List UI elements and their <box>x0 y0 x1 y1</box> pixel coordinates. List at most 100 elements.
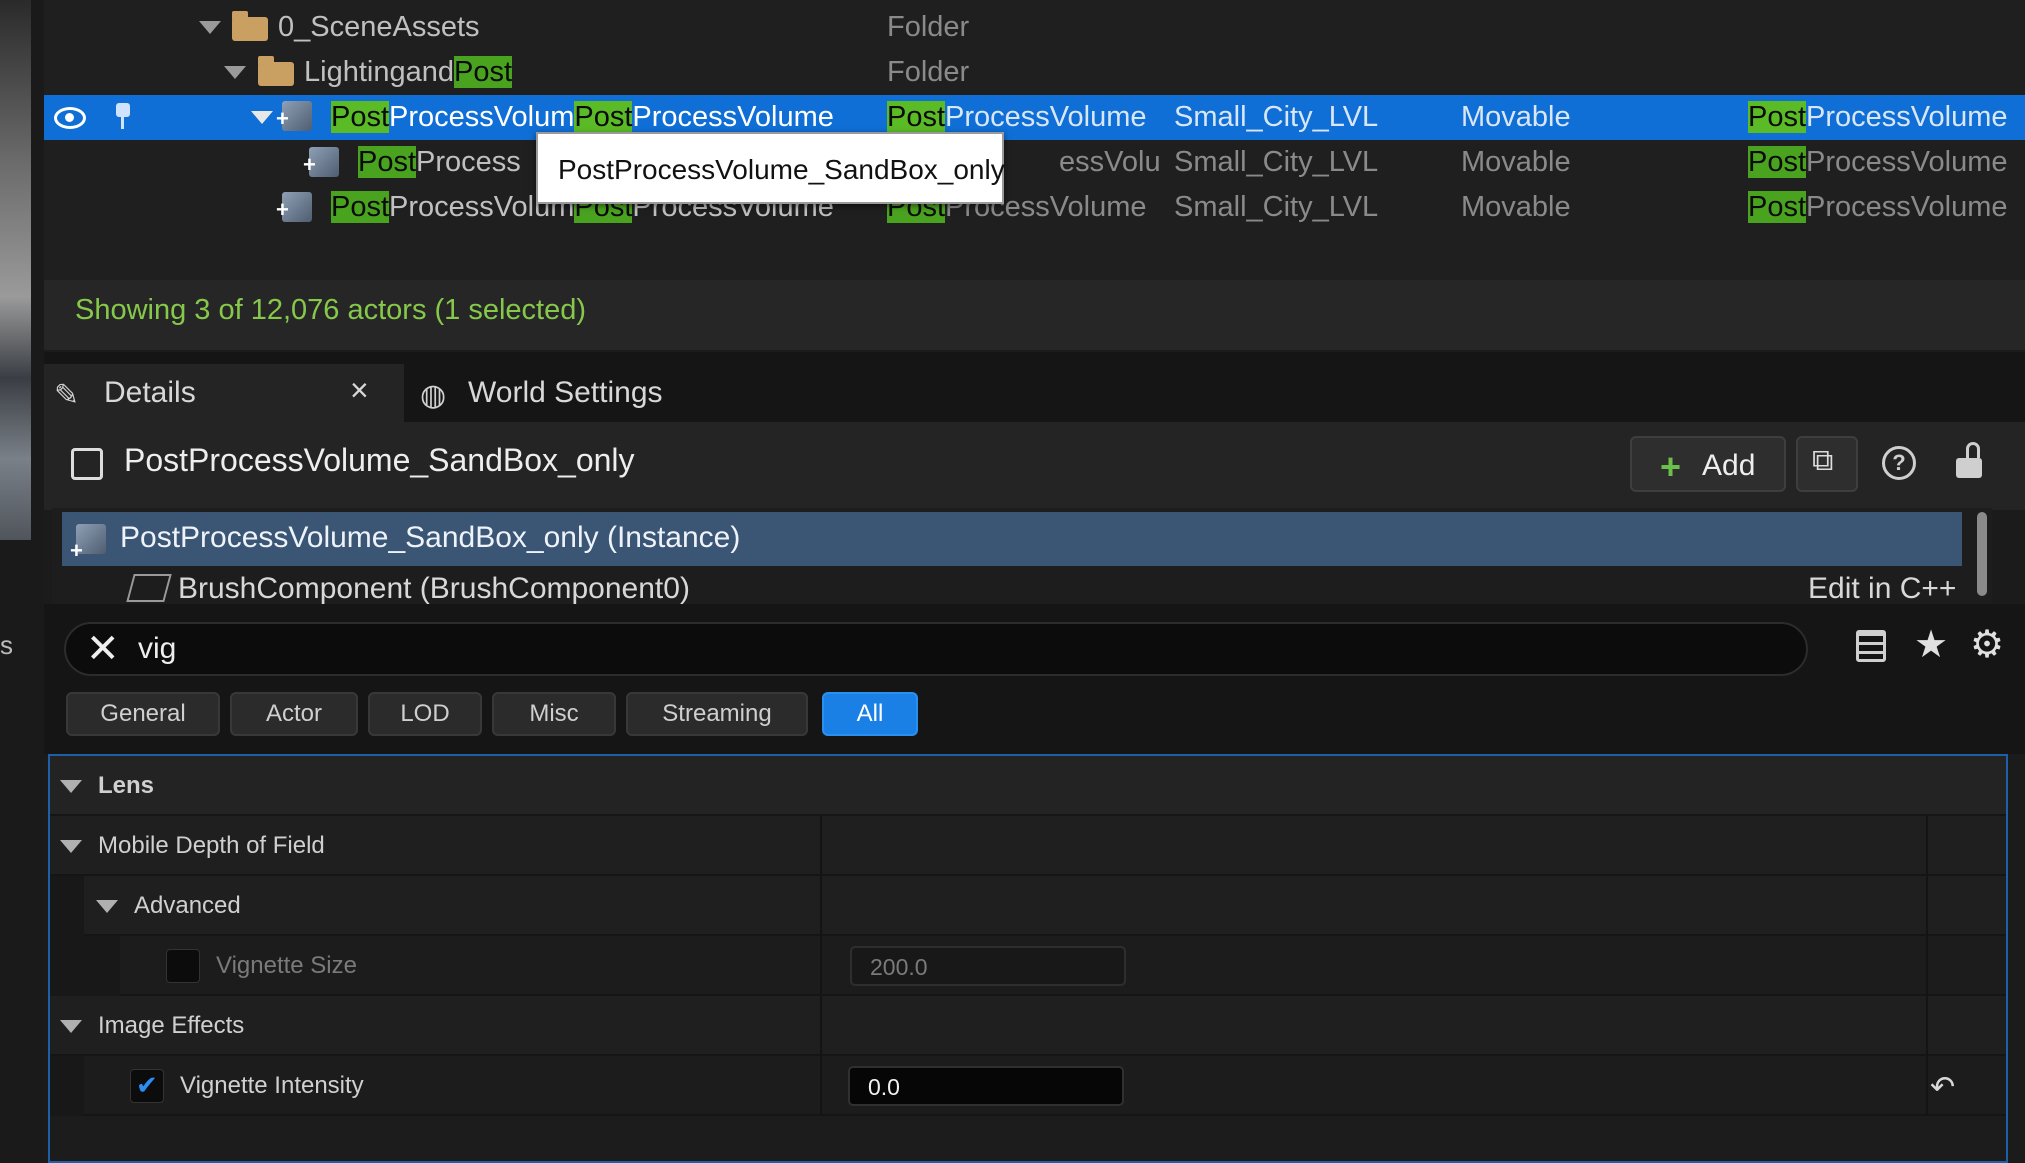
outliner-row-actor-selected[interactable]: PostProcessVolumPostProcessVolume PostPr… <box>44 95 2025 141</box>
outliner-row-type: Folder <box>887 56 970 88</box>
expand-arrow-icon[interactable] <box>60 780 82 793</box>
folder-icon <box>258 56 294 86</box>
indent-guide <box>50 936 120 996</box>
outliner-row-actor[interactable]: PostProcess essVolume Small_City_LVL Mov… <box>44 140 2025 187</box>
component-tree-scrollbar[interactable] <box>1977 512 1987 596</box>
filter-lod[interactable]: LOD <box>368 692 482 736</box>
category-filter-bar: General Actor LOD Misc Streaming All <box>44 690 2025 754</box>
favorites-star-icon[interactable]: ★ <box>1914 622 1948 667</box>
column-divider <box>1926 816 1928 876</box>
brush-component-icon <box>303 142 339 187</box>
outliner-row-type: Folder <box>887 11 970 43</box>
outliner-row-class: PostProcessVolume <box>1748 191 2008 223</box>
plus-icon: + <box>1660 446 1682 487</box>
clear-search-icon[interactable]: ✕ <box>86 626 120 672</box>
group-image-effects-label: Image Effects <box>98 1012 245 1039</box>
group-advanced[interactable]: Advanced <box>50 876 2006 936</box>
tab-world-settings-label: World Settings <box>468 376 663 409</box>
column-divider <box>1926 876 1928 936</box>
column-divider <box>820 936 822 996</box>
tab-details-label: Details <box>104 376 196 409</box>
expand-arrow-icon[interactable] <box>199 21 221 34</box>
filter-streaming[interactable]: Streaming <box>626 692 808 736</box>
outliner-row-folder[interactable]: 0_SceneAssets Folder <box>44 5 2025 50</box>
category-lens-label: Lens <box>98 772 155 799</box>
outliner-row-mobility: Movable <box>1461 191 1571 223</box>
component-row-instance[interactable]: PostProcessVolume_SandBox_only (Instance… <box>62 512 1962 566</box>
blueprint-button[interactable]: ⧉ <box>1796 436 1858 492</box>
component-instance-label: PostProcessVolume_SandBox_only (Instance… <box>120 521 741 554</box>
postprocess-volume-icon <box>70 524 106 564</box>
tab-world-settings[interactable]: ◍ World Settings <box>414 364 734 422</box>
tab-details[interactable]: ✎ Details × <box>44 364 404 422</box>
expand-arrow-icon[interactable] <box>224 66 246 79</box>
vignette-intensity-input[interactable]: 0.0 <box>848 1066 1124 1106</box>
expand-arrow-icon[interactable] <box>60 1020 82 1033</box>
column-divider <box>820 816 822 876</box>
group-mobile-dof-label: Mobile Depth of Field <box>98 832 325 859</box>
settings-gear-icon[interactable]: ⚙ <box>1970 622 2004 667</box>
details-search-input[interactable]: ✕ vig <box>64 622 1808 676</box>
blueprint-icon: ⧉ <box>1812 444 1834 477</box>
filter-actor[interactable]: Actor <box>230 692 358 736</box>
expand-arrow-icon[interactable] <box>60 840 82 853</box>
vignette-intensity-override-checkbox[interactable] <box>130 1069 164 1103</box>
vignette-size-label: Vignette Size <box>216 952 357 979</box>
filter-misc[interactable]: Misc <box>492 692 616 736</box>
postprocess-volume-icon <box>276 96 312 141</box>
outliner-row-level: Small_City_LVL <box>1174 101 1379 133</box>
panel-tab-bar: ✎ Details × ◍ World Settings <box>44 352 2025 422</box>
search-input-value: vig <box>138 632 177 665</box>
outliner-row-class: PostProcessVolume <box>1748 146 2008 178</box>
group-image-effects[interactable]: Image Effects <box>50 996 2006 1056</box>
property-grid: Lens Mobile Depth of Field Advanced Vign… <box>48 754 2008 1163</box>
actor-type-icon <box>71 448 103 480</box>
filter-general[interactable]: General <box>66 692 220 736</box>
viewport-edge <box>0 0 31 540</box>
pin-icon[interactable] <box>116 103 130 129</box>
outliner-row-name: 0_SceneAssets <box>278 11 480 43</box>
edit-in-cpp-link[interactable]: Edit in C++ <box>1808 572 1956 604</box>
details-pencil-icon: ✎ <box>54 379 80 412</box>
help-icon[interactable]: ? <box>1882 446 1916 480</box>
left-edge-text: s <box>0 630 13 660</box>
column-divider <box>1926 1056 1928 1116</box>
group-advanced-label: Advanced <box>134 892 241 919</box>
actor-name-tooltip: PostProcessVolume_SandBox_only <box>536 132 1005 204</box>
group-mobile-dof[interactable]: Mobile Depth of Field <box>50 816 2006 876</box>
globe-icon: ◍ <box>420 379 447 412</box>
details-header: PostProcessVolume_SandBox_only + Add ⧉ ? <box>44 422 2025 510</box>
outliner-row-actor[interactable]: PostProcessVolumPostProcessVolume PostPr… <box>44 185 2025 232</box>
outliner-row-mobility: Movable <box>1461 101 1571 133</box>
selected-actor-name: PostProcessVolume_SandBox_only <box>124 442 635 478</box>
column-divider <box>820 996 822 1056</box>
folder-icon <box>232 11 268 41</box>
outliner-row-level: Small_City_LVL <box>1174 146 1379 178</box>
property-matrix-icon[interactable] <box>1856 630 1886 662</box>
column-divider <box>820 1056 822 1116</box>
expand-arrow-icon[interactable] <box>96 900 118 913</box>
component-row-brush[interactable]: BrushComponent (BrushComponent0) <box>178 572 690 604</box>
outliner-row-type: essVolume <box>1059 146 1159 178</box>
lock-icon[interactable] <box>1956 442 1982 478</box>
tab-close-button[interactable]: × <box>350 372 369 409</box>
world-outliner: 0_SceneAssets Folder LightingandPost Fol… <box>44 0 2025 350</box>
visibility-eye-icon[interactable] <box>54 107 86 129</box>
category-lens[interactable]: Lens <box>50 756 2006 816</box>
filter-all[interactable]: All <box>822 692 918 736</box>
outliner-row-folder[interactable]: LightingandPost Folder <box>44 50 2025 95</box>
actor-count-status: Showing 3 of 12,076 actors (1 selected) <box>75 294 587 326</box>
outliner-row-name: LightingandPost <box>304 56 513 88</box>
expand-arrow-icon[interactable] <box>251 111 273 124</box>
brush-component-icon <box>126 574 172 602</box>
reset-to-default-icon[interactable]: ↶ <box>1930 1070 1955 1105</box>
vignette-intensity-label: Vignette Intensity <box>180 1072 364 1099</box>
vignette-size-input[interactable]: 200.0 <box>850 946 1126 986</box>
outliner-row-level: Small_City_LVL <box>1174 191 1379 223</box>
outliner-row-class: PostProcessVolume <box>1748 101 2008 133</box>
outliner-status-bar: Showing 3 of 12,076 actors (1 selected) <box>44 280 2025 350</box>
indent-guide <box>50 876 84 936</box>
component-tree: PostProcessVolume_SandBox_only (Instance… <box>52 508 1992 604</box>
vignette-size-override-checkbox[interactable] <box>166 949 200 983</box>
add-component-button[interactable]: + Add <box>1630 436 1786 492</box>
